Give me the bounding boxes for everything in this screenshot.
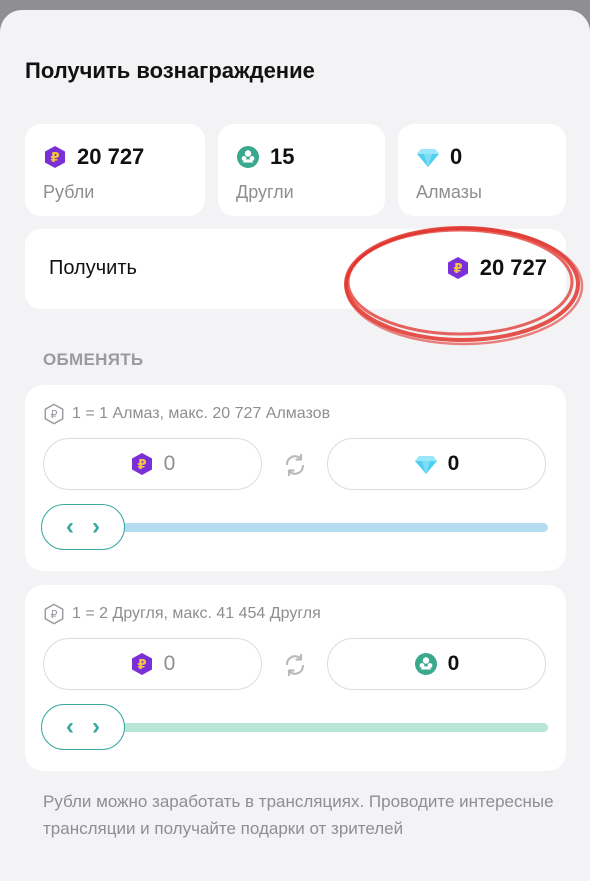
receive-button[interactable]: Получить ₽ 20 727 [25, 229, 566, 309]
diamond-icon [417, 149, 439, 167]
receive-value: 20 727 [479, 255, 547, 280]
ruble-outline-icon: ₽ [44, 603, 64, 625]
ruble-outline-icon: ₽ [44, 403, 64, 425]
chevron-right-icon: › [92, 713, 100, 740]
ruble-coin-icon: ₽ [447, 257, 468, 279]
friends-amount-value: 0 [447, 652, 460, 675]
diamond-icon [414, 456, 437, 474]
exchange-card-diamonds: ₽ 1 = 1 Алмаз, макс. 20 727 Алмазов ₽ 0 … [25, 385, 566, 571]
chevron-left-icon: ‹ [66, 713, 74, 740]
chevron-right-icon: › [92, 513, 100, 540]
rubles-amount-input[interactable]: ₽ 0 [43, 638, 262, 690]
svg-text:₽: ₽ [453, 262, 462, 277]
ruble-coin-icon: ₽ [45, 146, 65, 168]
rubles-amount-input[interactable]: ₽ 0 [43, 438, 262, 490]
page-title: Получить вознаграждение [25, 58, 315, 83]
swap-icon[interactable] [283, 653, 307, 677]
receive-label: Получить [49, 257, 137, 279]
swap-icon[interactable] [283, 453, 307, 477]
svg-text:₽: ₽ [137, 658, 146, 673]
exchange-heading: ОБМЕНЯТЬ [43, 350, 144, 369]
rubles-amount-value: 0 [163, 652, 176, 675]
ruble-coin-icon: ₽ [131, 653, 152, 675]
svg-text:₽: ₽ [50, 151, 59, 166]
exchange-rate-text: 1 = 1 Алмаз, макс. 20 727 Алмазов [72, 405, 331, 422]
svg-text:₽: ₽ [51, 608, 58, 621]
reward-sheet: Получить вознаграждение ₽ 20 727 Рубли 1… [0, 10, 590, 881]
friends-amount-input[interactable]: 0 [327, 638, 546, 690]
balance-label: Алмазы [416, 182, 482, 202]
balance-card-rubles: ₽ 20 727 Рубли [25, 124, 205, 216]
exchange-card-friends: ₽ 1 = 2 Другля, макс. 41 454 Другля ₽ 0 [25, 585, 566, 771]
diamonds-amount-value: 0 [447, 452, 460, 475]
friend-icon [414, 653, 437, 675]
svg-text:₽: ₽ [137, 458, 146, 473]
ruble-coin-icon: ₽ [131, 453, 152, 475]
chevron-left-icon: ‹ [66, 513, 74, 540]
svg-text:₽: ₽ [51, 408, 58, 421]
diamonds-amount-input[interactable]: 0 [327, 438, 546, 490]
rubles-amount-value: 0 [163, 452, 176, 475]
balance-value: 0 [450, 144, 463, 169]
exchange-rate-text: 1 = 2 Другля, макс. 41 454 Другля [72, 605, 321, 622]
balance-value: 15 [270, 144, 295, 169]
balance-card-friends: 15 Другли [218, 124, 385, 216]
footer-note: Рубли можно заработать в трансляциях. Пр… [43, 792, 554, 838]
friends-slider-handle[interactable]: ‹ › [41, 704, 125, 750]
friend-icon [237, 146, 259, 168]
balance-card-diamonds: 0 Алмазы [398, 124, 566, 216]
diamonds-slider-handle[interactable]: ‹ › [41, 504, 125, 550]
balance-label: Рубли [43, 182, 95, 202]
balance-label: Другли [236, 182, 294, 202]
balance-value: 20 727 [77, 144, 145, 169]
